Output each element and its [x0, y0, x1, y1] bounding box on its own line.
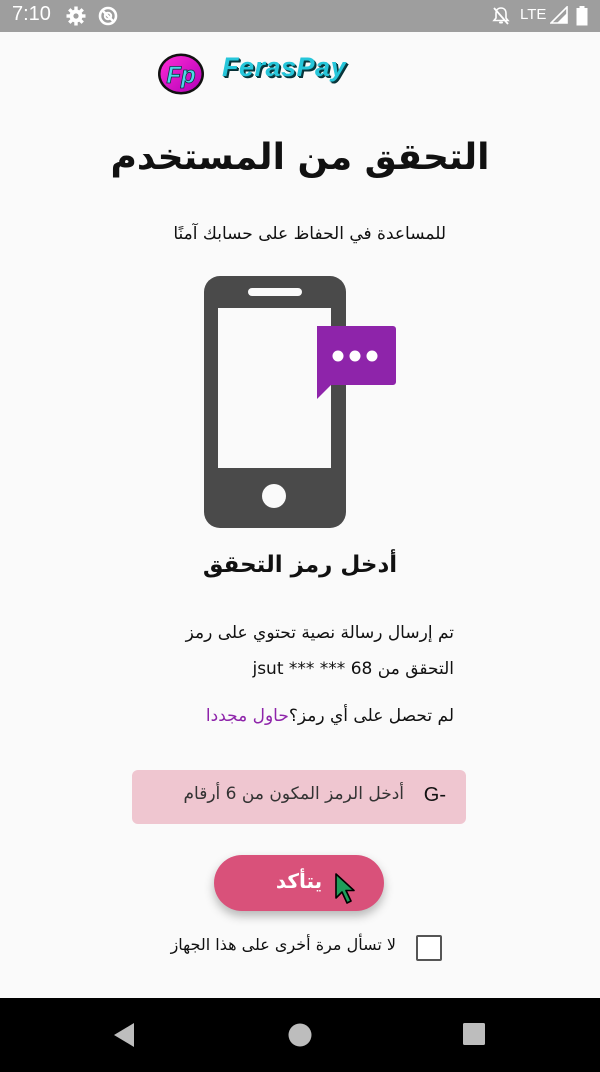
page-title: التحقق من المستخدم	[110, 137, 490, 178]
status-time: 7:10	[12, 3, 51, 25]
no-disturb-icon	[98, 6, 118, 26]
navigation-bar	[0, 998, 600, 1072]
phone-sms-illustration	[204, 276, 396, 528]
remember-label: لا تسأل مرة أخرى على هذا الجهاز	[170, 935, 396, 954]
code-prefix: G-	[423, 784, 446, 806]
code-input[interactable]: G- أدخل الرمز المكون من 6 أرقام	[132, 770, 466, 824]
brand-name: FerasPay	[222, 52, 347, 82]
settings-icon	[66, 6, 86, 26]
home-icon[interactable]	[287, 1022, 313, 1048]
signal-icon	[550, 6, 568, 24]
status-bar: 7:10 LTE	[0, 0, 600, 32]
recents-icon[interactable]	[462, 1022, 486, 1046]
resend-row: لم تحصل على أي رمز؟حاول مجددا	[206, 706, 454, 726]
resend-question: لم تحصل على أي رمز؟	[288, 706, 454, 726]
sms-info-line2: التحقق من 68 *** *** jsut	[252, 659, 454, 679]
code-placeholder: أدخل الرمز المكون من 6 أرقام	[183, 784, 405, 804]
back-icon[interactable]	[112, 1022, 136, 1048]
notifications-off-icon	[492, 7, 510, 25]
confirm-button[interactable]: يتأكد	[214, 855, 384, 911]
retry-link[interactable]: حاول مجددا	[206, 706, 289, 726]
confirm-button-label: يتأكد	[275, 869, 323, 893]
mouse-cursor-icon	[335, 873, 355, 904]
battery-icon	[576, 6, 588, 26]
sms-info-line1: تم إرسال رسالة نصية تحتوي على رمز	[185, 623, 454, 643]
network-type: LTE	[520, 6, 547, 23]
brand-badge-text: Fp	[166, 62, 195, 89]
screen: 7:10 LTE Fp FerasPay التحقق من المستخدم …	[0, 0, 600, 1072]
brand-logo-icon: Fp	[158, 53, 204, 95]
verification-heading: أدخل رمز التحقق	[202, 552, 398, 578]
remember-checkbox[interactable]	[416, 935, 442, 961]
page-subtitle: للمساعدة في الحفاظ على حسابك آمنًا	[173, 224, 446, 244]
sms-info: تم إرسال رسالة نصية تحتوي على رمز التحقق…	[144, 615, 454, 687]
